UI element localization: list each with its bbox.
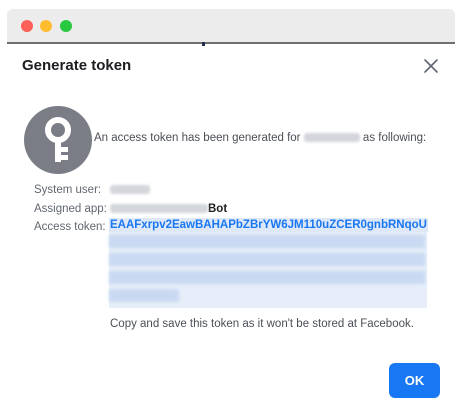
key-icon — [24, 106, 92, 174]
redacted-token-line — [109, 235, 425, 248]
intro-suffix: as following: — [362, 132, 427, 144]
close-button[interactable] — [422, 57, 440, 75]
redacted-token-line — [109, 271, 425, 284]
intro-prefix: An access token has been generated for — [94, 132, 301, 144]
system-user-label: System user: — [34, 184, 102, 196]
close-window-button[interactable] — [21, 20, 33, 32]
minimize-window-button[interactable] — [40, 20, 52, 32]
assigned-app-value: Bot — [110, 203, 227, 215]
redacted-app-name — [303, 133, 360, 143]
assigned-app-suffix: Bot — [208, 203, 228, 215]
ok-button[interactable]: OK — [389, 363, 440, 398]
close-icon — [424, 59, 438, 73]
access-token-label: Access token: — [34, 221, 106, 233]
redacted-token-line — [109, 289, 179, 302]
access-token-value[interactable]: EAAFxrpv2EawBAHAPbZBrYW6JM110uZCER0gnbRN… — [109, 218, 428, 232]
redacted-token-line — [109, 253, 425, 266]
copy-note: Copy and save this token as it won't be … — [110, 318, 414, 330]
divider — [202, 42, 205, 46]
intro-text: An access token has been generated for a… — [94, 132, 426, 144]
dialog-title: Generate token — [22, 57, 132, 74]
assigned-app-label: Assigned app: — [34, 203, 107, 215]
system-user-value — [110, 184, 150, 196]
zoom-window-button[interactable] — [60, 20, 72, 32]
redacted-system-user — [110, 185, 150, 195]
redacted-app — [110, 204, 208, 214]
window-title-bar — [7, 9, 455, 46]
